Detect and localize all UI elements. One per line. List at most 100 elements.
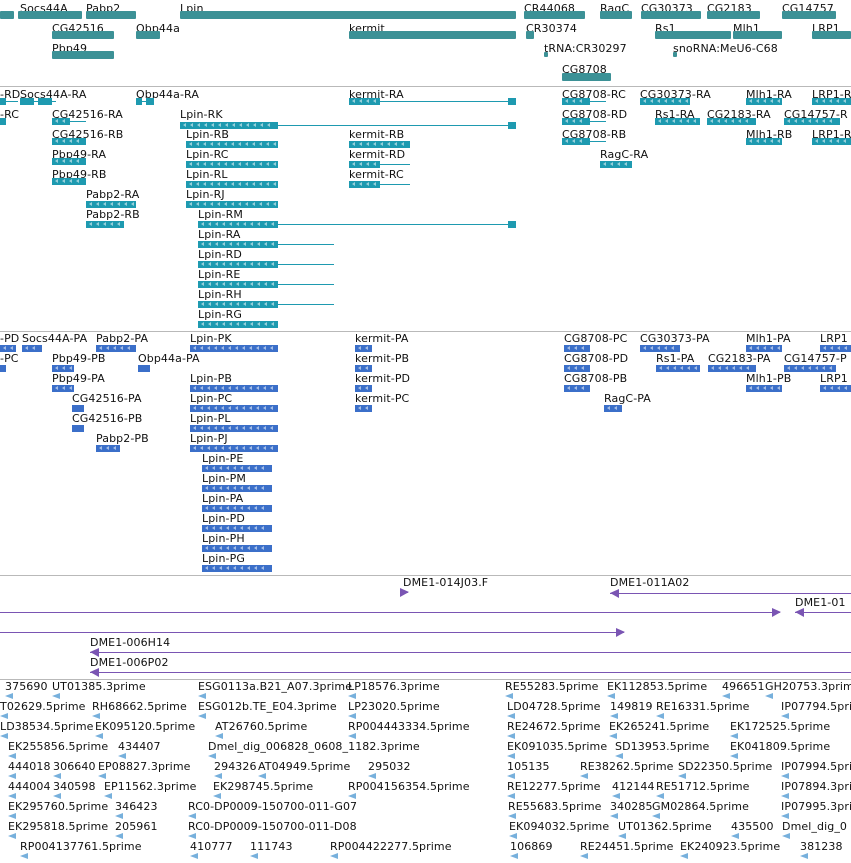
est-arrow-icon[interactable] [615,753,623,759]
est-arrow-icon[interactable] [505,693,513,699]
est-arrow-icon[interactable] [800,853,808,859]
est-arrow-icon[interactable] [98,773,106,779]
est-arrow-icon[interactable] [330,853,338,859]
est-arrow-icon[interactable] [348,733,356,739]
est-arrow-icon[interactable] [198,713,206,719]
est-arrow-icon[interactable] [618,833,626,839]
est-arrow-icon[interactable] [95,733,103,739]
est-arrow-icon[interactable] [8,813,16,819]
est-arrow-icon[interactable] [765,693,773,699]
est-arrow-icon[interactable] [782,833,790,839]
est-arrow-icon[interactable] [188,833,196,839]
est-arrow-icon[interactable] [678,773,686,779]
est-arrow-icon[interactable] [213,793,221,799]
est-arrow-icon[interactable] [781,773,789,779]
est-arrow-icon[interactable] [214,773,222,779]
est-arrow-icon[interactable] [781,713,789,719]
est-arrow-icon[interactable] [115,813,123,819]
est-arrow-icon[interactable] [198,693,206,699]
gene-bar[interactable] [673,52,677,57]
gene-bar[interactable] [562,73,611,81]
gene-bar[interactable] [86,11,136,19]
est-arrow-icon[interactable] [612,793,620,799]
exon-block[interactable] [0,365,6,372]
est-arrow-icon[interactable] [610,813,618,819]
exon-block[interactable] [138,365,150,372]
gene-bar[interactable] [52,31,114,39]
gene-bar[interactable] [782,11,836,19]
est-arrow-icon[interactable] [507,773,515,779]
gene-bar[interactable] [0,11,14,19]
est-arrow-icon[interactable] [507,733,515,739]
est-arrow-icon[interactable] [8,773,16,779]
exon-block[interactable] [146,98,154,105]
est-arrow-icon[interactable] [507,793,515,799]
exon-block[interactable] [0,118,6,125]
gene-bar[interactable] [18,11,82,19]
est-arrow-icon[interactable] [5,693,13,699]
exon-block[interactable] [72,405,84,412]
est-arrow-icon[interactable] [115,833,123,839]
exon-block[interactable] [38,98,52,105]
gene-bar[interactable] [544,52,548,57]
est-arrow-icon[interactable] [731,833,739,839]
est-arrow-icon[interactable] [20,853,28,859]
est-arrow-icon[interactable] [609,733,617,739]
gene-bar[interactable] [349,31,516,39]
est-arrow-icon[interactable] [730,753,738,759]
exon-block[interactable] [96,345,136,352]
est-arrow-icon[interactable] [368,773,376,779]
clone-line[interactable] [90,652,851,653]
est-arrow-icon[interactable] [508,813,516,819]
gene-bar[interactable] [707,11,760,19]
est-arrow-icon[interactable] [607,693,615,699]
est-arrow-icon[interactable] [258,773,266,779]
clone-line[interactable] [0,632,624,633]
est-arrow-icon[interactable] [580,773,588,779]
est-arrow-icon[interactable] [730,733,738,739]
gene-bar[interactable] [655,31,731,39]
exon-block[interactable] [72,425,84,432]
est-arrow-icon[interactable] [610,713,618,719]
est-arrow-icon[interactable] [188,813,196,819]
est-arrow-icon[interactable] [781,813,789,819]
est-arrow-icon[interactable] [0,713,8,719]
est-arrow-icon[interactable] [680,853,688,859]
gene-bar[interactable] [526,31,534,39]
est-arrow-icon[interactable] [0,733,8,739]
est-arrow-icon[interactable] [656,713,664,719]
est-arrow-icon[interactable] [190,853,198,859]
est-arrow-icon[interactable] [722,693,730,699]
gene-bar[interactable] [524,11,585,19]
est-arrow-icon[interactable] [104,793,112,799]
exon-block[interactable] [508,98,516,105]
est-arrow-icon[interactable] [52,693,60,699]
gene-bar[interactable] [180,11,516,19]
est-arrow-icon[interactable] [250,853,258,859]
exon-block[interactable] [0,98,6,105]
clone-line[interactable] [0,612,780,613]
clone-line[interactable] [90,672,851,673]
est-arrow-icon[interactable] [348,713,356,719]
est-arrow-icon[interactable] [215,733,223,739]
gene-bar[interactable] [641,11,701,19]
est-arrow-icon[interactable] [656,793,664,799]
exon-block[interactable] [640,345,680,352]
est-arrow-icon[interactable] [208,753,216,759]
est-arrow-icon[interactable] [8,753,16,759]
gene-bar[interactable] [733,31,782,39]
est-arrow-icon[interactable] [118,753,126,759]
gene-bar[interactable] [52,51,114,59]
est-arrow-icon[interactable] [509,833,517,839]
gene-bar[interactable] [600,11,632,19]
est-arrow-icon[interactable] [92,713,100,719]
exon-block[interactable] [508,221,516,228]
est-arrow-icon[interactable] [507,753,515,759]
est-arrow-icon[interactable] [781,793,789,799]
exon-block[interactable] [136,98,142,105]
est-arrow-icon[interactable] [580,853,588,859]
clone-line[interactable] [610,593,851,594]
gene-bar[interactable] [136,31,160,39]
est-arrow-icon[interactable] [348,793,356,799]
est-arrow-icon[interactable] [53,773,61,779]
